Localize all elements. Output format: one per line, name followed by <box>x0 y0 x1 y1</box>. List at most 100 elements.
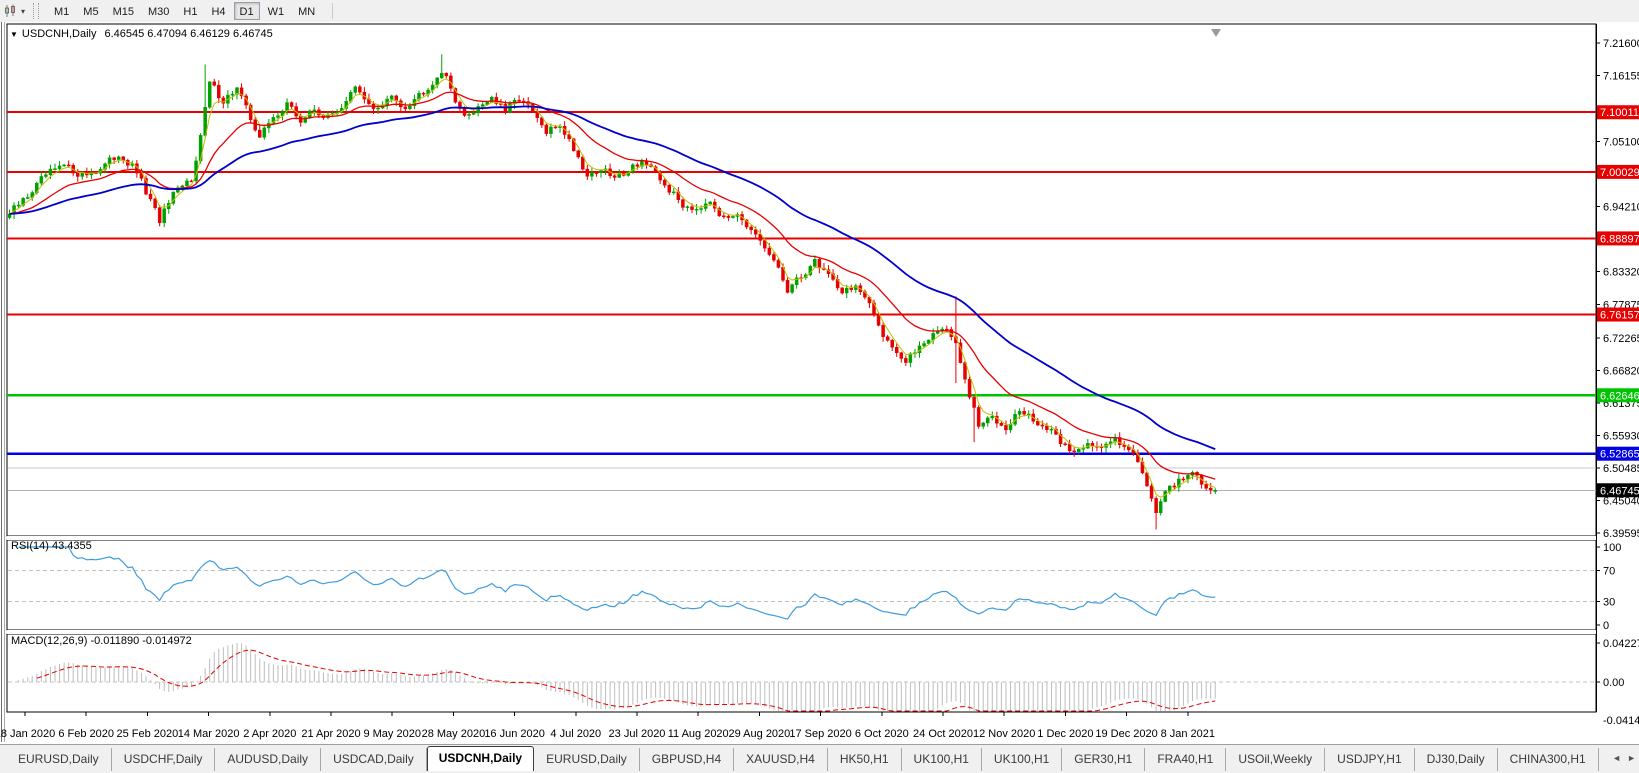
price-tick-label: 7.21600 <box>1603 38 1639 50</box>
panel-splitter[interactable] <box>7 536 1596 540</box>
chart-title: ▼ USDCNH,Daily 6.46545 6.47094 6.46129 6.4… <box>10 28 273 40</box>
date-tick-label: 17 Sep 2020 <box>789 728 851 740</box>
candlestick-chart-icon <box>4 4 18 18</box>
macd-tick-label: -0.04148 <box>1603 715 1639 727</box>
tab-dj30-daily[interactable]: DJ30,Daily <box>1415 748 1498 771</box>
tab-uk100-h1[interactable]: UK100,H1 <box>982 748 1062 771</box>
price-tick-label: 6.94210 <box>1603 202 1639 214</box>
date-tick-label: 16 Jun 2020 <box>484 728 545 740</box>
date-tick-label: 24 Oct 2020 <box>913 728 973 740</box>
tab-scroll-arrows: ◄ ► <box>1612 753 1636 763</box>
date-tick-label: 11 Aug 2020 <box>668 728 729 740</box>
rsi-tick-label: 70 <box>1603 565 1615 577</box>
chart-type-dropdown-icon[interactable]: ▾ <box>21 7 25 16</box>
macd-indicator-label: MACD(12,26,9) -0.011890 -0.014972 <box>11 635 192 647</box>
timeframe-button-mn[interactable]: MN <box>292 2 321 20</box>
timeframe-button-w1[interactable]: W1 <box>262 2 291 20</box>
date-tick-label: 2 Apr 2020 <box>243 728 296 740</box>
price-level-badge-label: 6.52865 <box>1600 449 1639 461</box>
timeframe-button-h4[interactable]: H4 <box>205 2 231 20</box>
chart-tab-bar: EURUSD,DailyUSDCHF,DailyAUDUSD,DailyUSDC… <box>0 744 1639 773</box>
price-tick-label: 6.72265 <box>1603 333 1639 345</box>
horizontal-level-lines[interactable] <box>7 112 1596 453</box>
date-tick-label: 19 Dec 2020 <box>1095 728 1157 740</box>
tab-usdcad-daily[interactable]: USDCAD,Daily <box>321 748 427 771</box>
window-left-edge <box>2 22 5 742</box>
date-tick-label: 9 May 2020 <box>363 728 420 740</box>
chart-ohlc-values: 6.46545 6.47094 6.46129 6.46745 <box>104 28 272 40</box>
timeframe-button-m15[interactable]: M15 <box>107 2 140 20</box>
tabs-scroll-right-icon[interactable]: ► <box>1627 753 1636 763</box>
tab-usdjpy-h1[interactable]: USDJPY,H1 <box>1325 748 1414 771</box>
tab-audusd-daily[interactable]: AUDUSD,Daily <box>215 748 321 771</box>
rsi-panel[interactable] <box>8 547 1596 619</box>
timeframe-button-group: M1M5M15M30H1H4D1W1MN <box>47 0 322 22</box>
price-level-badge-label: 7.10011 <box>1600 107 1639 119</box>
price-level-badge-label: 6.76157 <box>1600 310 1639 322</box>
panel-frames <box>7 24 1596 712</box>
tab-uk100-h1[interactable]: UK100,H1 <box>902 748 982 771</box>
timeframe-button-m30[interactable]: M30 <box>142 2 175 20</box>
tab-eurusd-daily[interactable]: EURUSD,Daily <box>6 748 112 771</box>
rsi-indicator-label: RSI(14) 43.4355 <box>11 540 92 552</box>
ma-fast-line <box>10 79 1216 498</box>
date-tick-label: 18 Jan 2020 <box>0 728 55 740</box>
chart-symbol-period: USDCNH,Daily <box>22 28 97 40</box>
price-tick-label: 6.50485 <box>1603 463 1639 475</box>
tab-xauusd-h4[interactable]: XAUUSD,H4 <box>734 748 828 771</box>
macd-panel[interactable] <box>8 643 1596 711</box>
rsi-panel-frame <box>7 540 1596 630</box>
date-tick-label: 4 Jul 2020 <box>550 728 601 740</box>
price-tick-label: 6.83320 <box>1603 267 1639 279</box>
tab-ger30-h1[interactable]: GER30,H1 <box>1062 748 1145 771</box>
price-tick-label: 6.55930 <box>1603 430 1639 442</box>
chart-canvas[interactable]: 7.216007.161557.051006.942106.833206.778… <box>0 22 1639 744</box>
date-tick-label: 8 Jan 2021 <box>1161 728 1215 740</box>
tab-gbpusd-h4[interactable]: GBPUSD,H4 <box>640 748 734 771</box>
tab-usdchf-daily[interactable]: USDCHF,Daily <box>112 748 216 771</box>
tab-eurusd-daily[interactable]: EURUSD,Daily <box>534 748 640 771</box>
timeframe-button-m1[interactable]: M1 <box>48 2 75 20</box>
timeframe-button-d1[interactable]: D1 <box>234 2 260 20</box>
timeframe-button-h1[interactable]: H1 <box>177 2 203 20</box>
macd-signal-line <box>37 650 1215 711</box>
rsi-tick-label: 0 <box>1603 620 1609 632</box>
price-tick-label: 7.16155 <box>1603 71 1639 83</box>
tab-china300-h1[interactable]: CHINA300,H1 <box>1498 748 1599 771</box>
tabs-scroll-left-icon[interactable]: ◄ <box>1612 753 1621 763</box>
price-axis[interactable]: 7.216007.161557.051006.942106.833206.778… <box>1596 24 1639 727</box>
toolbar-grip[interactable] <box>33 3 39 19</box>
collapse-arrow-icon[interactable]: ▼ <box>10 30 18 39</box>
tab-hk50-h1[interactable]: HK50,H1 <box>828 748 902 771</box>
rsi-line <box>19 547 1216 619</box>
chart-window[interactable]: 7.216007.161557.051006.942106.833206.778… <box>0 22 1639 744</box>
chart-type-icon[interactable] <box>4 4 20 18</box>
price-level-badge-label: 7.00029 <box>1600 167 1639 179</box>
tab-usoil-weekly[interactable]: USOil,Weekly <box>1226 748 1325 771</box>
date-tick-label: 23 Jul 2020 <box>609 728 666 740</box>
date-tick-label: 21 Apr 2020 <box>301 728 360 740</box>
date-tick-label: 25 Feb 2020 <box>117 728 179 740</box>
date-tick-label: 12 Nov 2020 <box>973 728 1035 740</box>
toolbar-separator <box>332 3 333 19</box>
rsi-tick-label: 30 <box>1603 597 1615 609</box>
candlestick-series <box>8 54 1217 529</box>
tab-usoil-[interactable]: USOil, <box>1599 748 1606 771</box>
price-tick-label: 6.66820 <box>1603 365 1639 377</box>
rsi-tick-label: 100 <box>1603 542 1621 554</box>
time-axis[interactable]: 18 Jan 20206 Feb 202025 Feb 202014 Mar 2… <box>0 712 1215 740</box>
date-tick-label: 29 Aug 2020 <box>729 728 791 740</box>
scroll-marker-icon[interactable] <box>1211 29 1221 37</box>
tab-fra40-h1[interactable]: FRA40,H1 <box>1145 748 1226 771</box>
date-tick-label: 1 Dec 2020 <box>1037 728 1093 740</box>
moving-average-lines <box>10 79 1216 498</box>
date-tick-label: 6 Oct 2020 <box>855 728 909 740</box>
panel-splitter[interactable] <box>7 630 1596 634</box>
price-tick-label: 7.05100 <box>1603 137 1639 149</box>
timeframe-button-m5[interactable]: M5 <box>77 2 104 20</box>
price-level-badge-label: 6.62646 <box>1600 390 1639 402</box>
price-tick-label: 6.39595 <box>1603 528 1639 540</box>
macd-tick-label: 0.00 <box>1603 677 1624 689</box>
date-tick-label: 14 Mar 2020 <box>178 728 240 740</box>
tab-usdcnh-daily[interactable]: USDCNH,Daily <box>427 746 534 771</box>
